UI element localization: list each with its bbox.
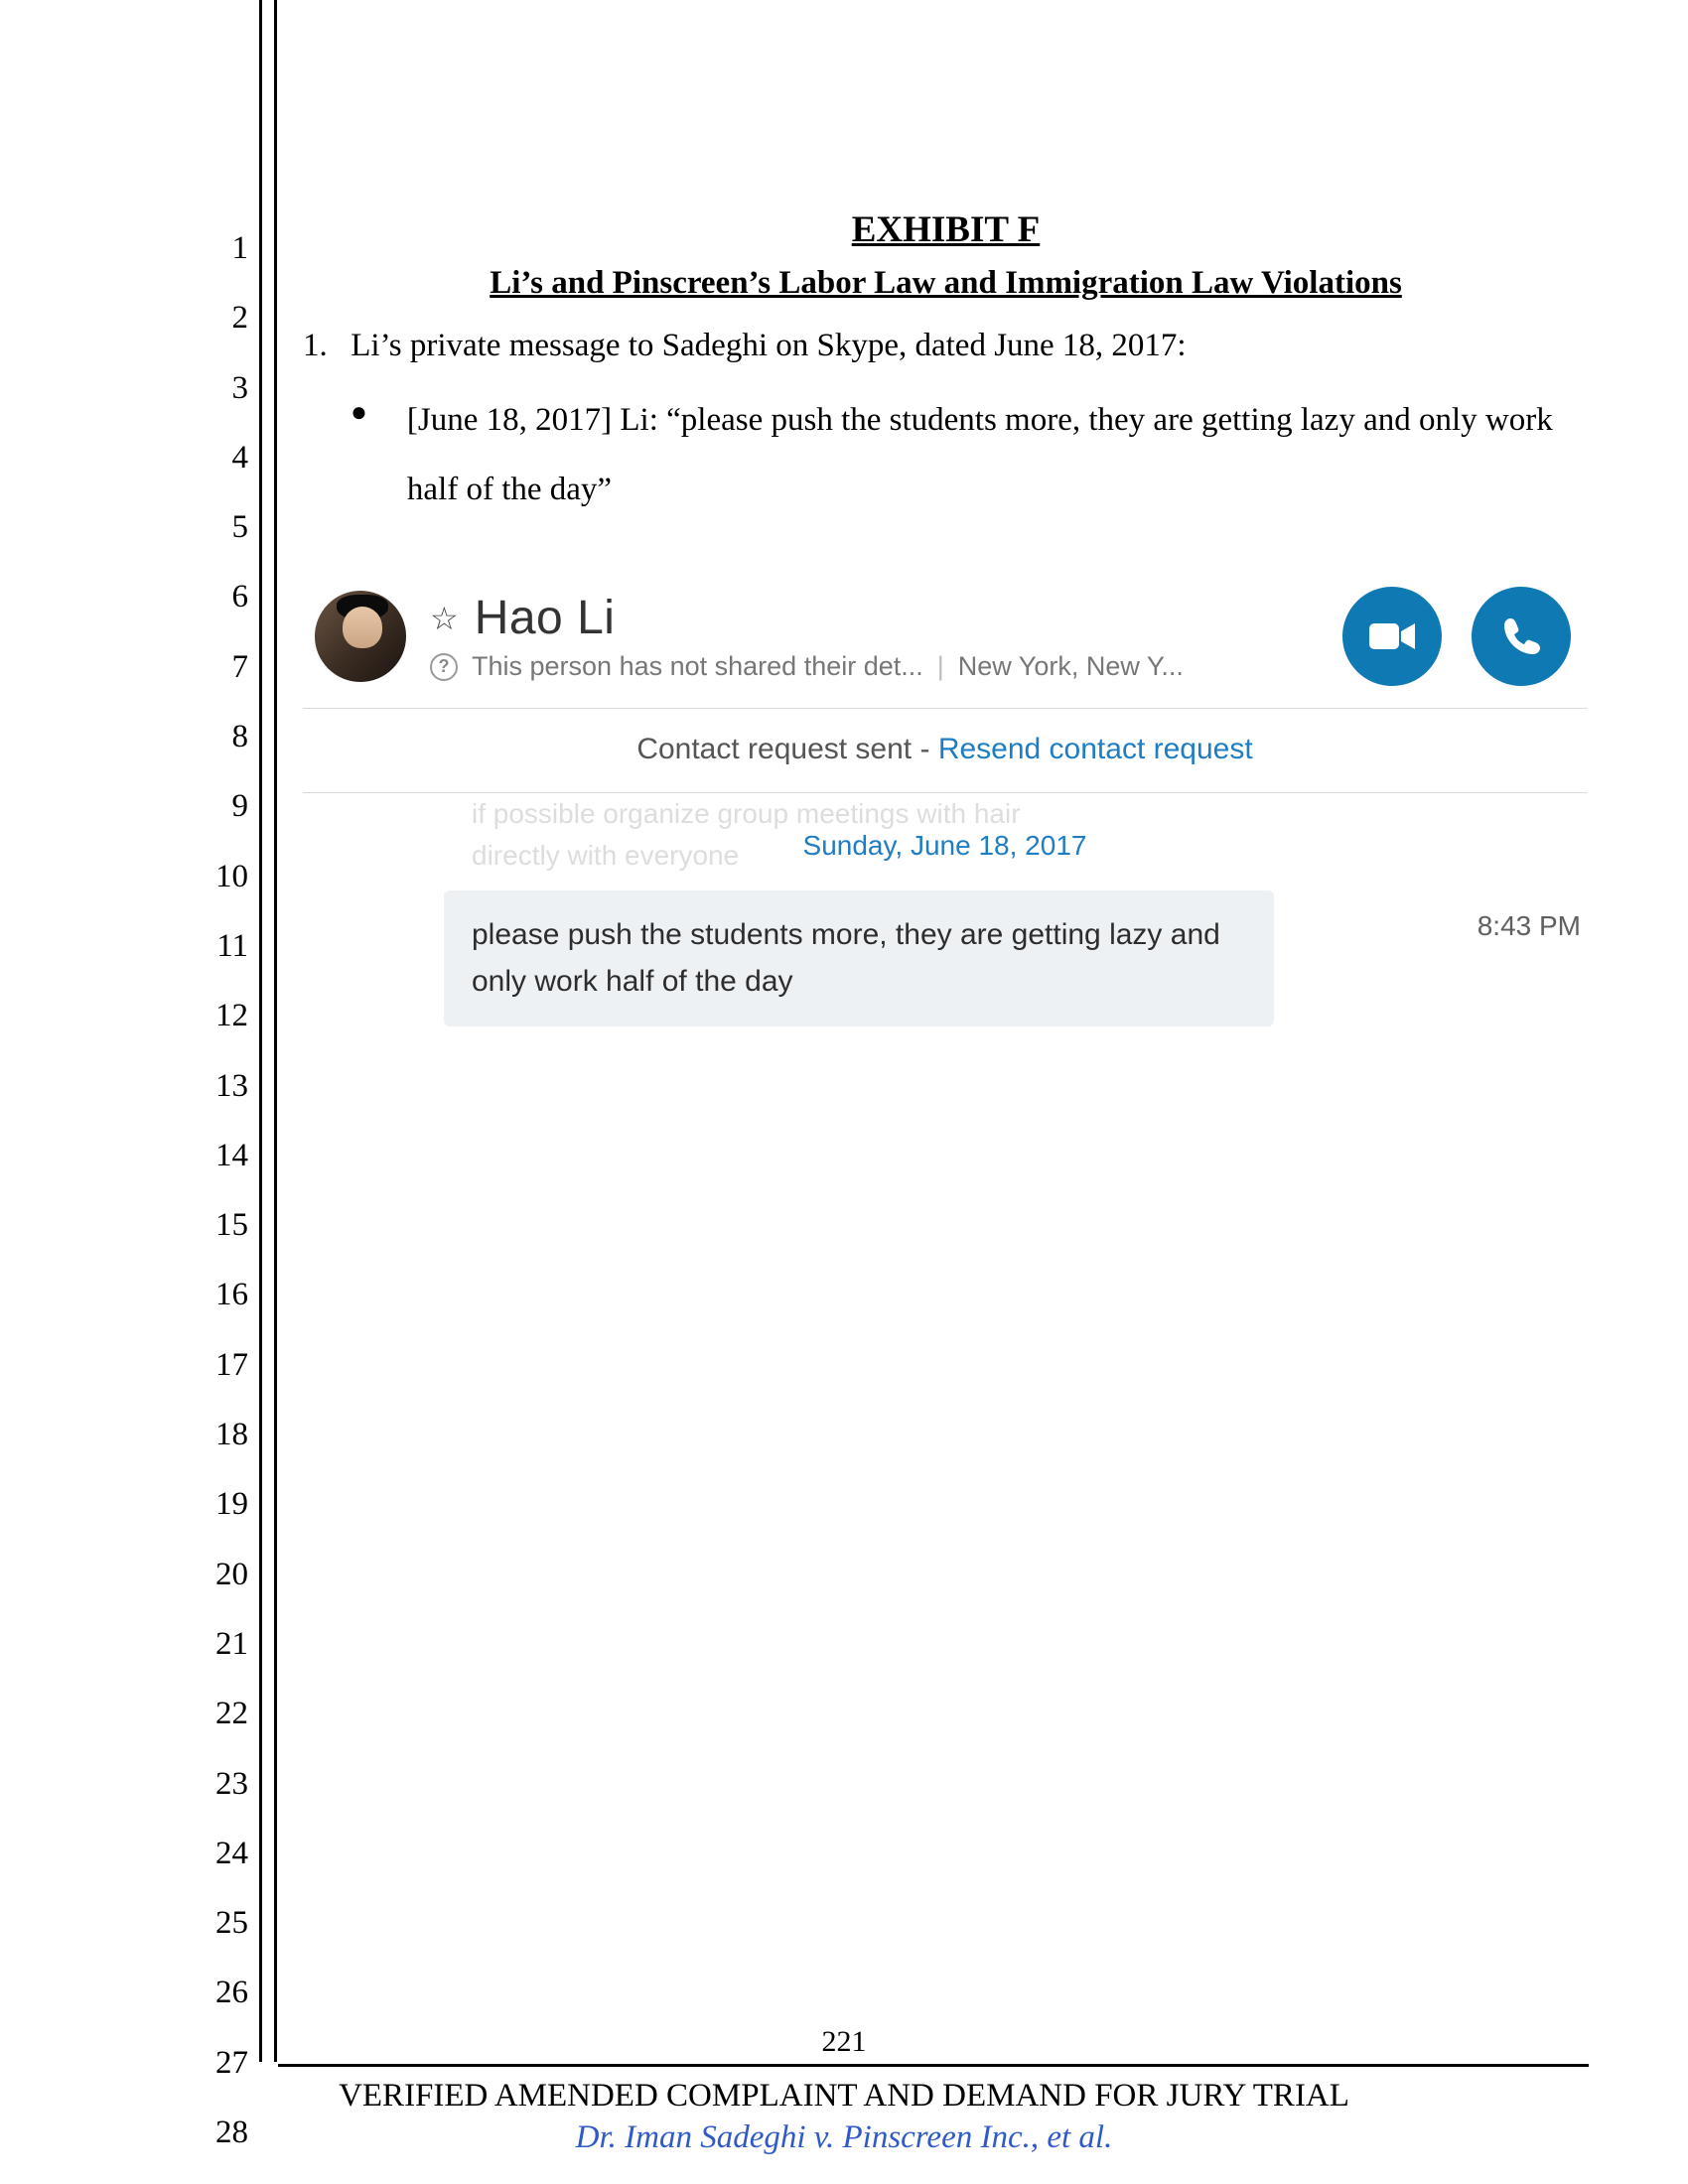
pleading-page: 1234567891011121314151617181920212223242… <box>0 0 1688 2184</box>
line-number: 17 <box>0 1330 248 1400</box>
message-row: please push the students more, they are … <box>303 890 1587 1026</box>
vertical-rule-outer <box>259 0 262 2062</box>
favorite-star-icon[interactable]: ☆ <box>430 600 459 637</box>
line-number: 26 <box>0 1958 248 2027</box>
detail-separator: | <box>937 651 944 682</box>
resend-contact-request-link[interactable]: Resend contact request <box>938 733 1253 765</box>
line-number: 22 <box>0 1679 248 1748</box>
content-area: EXHIBIT F Li’s and Pinscreen’s Labor Law… <box>303 208 1589 1026</box>
line-number: 5 <box>0 492 248 562</box>
bullet-item: ● [June 18, 2017] Li: “please push the s… <box>351 386 1589 525</box>
audio-call-button[interactable] <box>1472 587 1571 686</box>
call-buttons <box>1342 587 1571 686</box>
footer-rule <box>278 2064 1589 2067</box>
date-separator: Sunday, June 18, 2017 <box>303 825 1587 867</box>
line-number: 11 <box>0 911 248 981</box>
line-numbers: 1234567891011121314151617181920212223242… <box>0 213 248 2167</box>
line-number: 1 <box>0 213 248 283</box>
contact-info: ☆ Hao Li ? This person has not shared th… <box>430 591 1342 682</box>
footer-caption: VERIFIED AMENDED COMPLAINT AND DEMAND FO… <box>0 2078 1688 2115</box>
line-number: 19 <box>0 1469 248 1539</box>
phone-icon <box>1499 614 1543 658</box>
page-number: 221 <box>0 2025 1688 2059</box>
line-number: 7 <box>0 632 248 702</box>
line-number: 3 <box>0 353 248 423</box>
faded-prior-messages: if possible organize group meetings with… <box>303 793 1587 873</box>
line-number: 18 <box>0 1400 248 1469</box>
help-icon[interactable]: ? <box>430 653 458 681</box>
exhibit-title: EXHIBIT F <box>303 208 1589 251</box>
vertical-rule-inner <box>274 0 277 2062</box>
line-number: 13 <box>0 1051 248 1121</box>
line-number: 10 <box>0 842 248 911</box>
line-number: 6 <box>0 562 248 631</box>
message-bubble[interactable]: please push the students more, they are … <box>444 890 1274 1026</box>
line-number: 15 <box>0 1190 248 1260</box>
video-call-button[interactable] <box>1342 587 1442 686</box>
skype-screenshot: ☆ Hao Li ? This person has not shared th… <box>303 579 1587 1026</box>
contact-detail-text: This person has not shared their det... <box>472 651 923 682</box>
line-number: 14 <box>0 1121 248 1190</box>
line-number: 8 <box>0 702 248 771</box>
bullet-text: [June 18, 2017] Li: “please push the stu… <box>407 386 1589 525</box>
exhibit-subtitle: Li’s and Pinscreen’s Labor Law and Immig… <box>303 265 1589 302</box>
line-number: 9 <box>0 771 248 841</box>
contact-request-banner: Contact request sent - Resend contact re… <box>303 709 1587 792</box>
avatar[interactable] <box>315 591 406 682</box>
skype-header: ☆ Hao Li ? This person has not shared th… <box>303 579 1587 708</box>
line-number: 21 <box>0 1609 248 1679</box>
footer-case-name: Dr. Iman Sadeghi v. Pinscreen Inc., et a… <box>0 2119 1688 2156</box>
bullet-dot-icon: ● <box>351 386 367 439</box>
paragraph-text: Li’s private message to Sadeghi on Skype… <box>351 328 1186 363</box>
contact-request-text: Contact request sent - <box>636 733 938 765</box>
line-number: 23 <box>0 1749 248 1819</box>
line-number: 4 <box>0 423 248 492</box>
line-number: 24 <box>0 1819 248 1888</box>
line-number: 20 <box>0 1540 248 1609</box>
message-timestamp: 8:43 PM <box>1477 890 1587 942</box>
video-icon <box>1367 619 1417 653</box>
numbered-paragraph: 1. Li’s private message to Sadeghi on Sk… <box>303 324 1589 368</box>
contact-location: New York, New Y... <box>958 651 1184 682</box>
paragraph-number: 1. <box>303 324 343 368</box>
line-number: 12 <box>0 981 248 1050</box>
line-number: 2 <box>0 283 248 352</box>
line-number: 16 <box>0 1260 248 1329</box>
contact-name[interactable]: Hao Li <box>475 591 616 645</box>
line-number: 25 <box>0 1888 248 1958</box>
